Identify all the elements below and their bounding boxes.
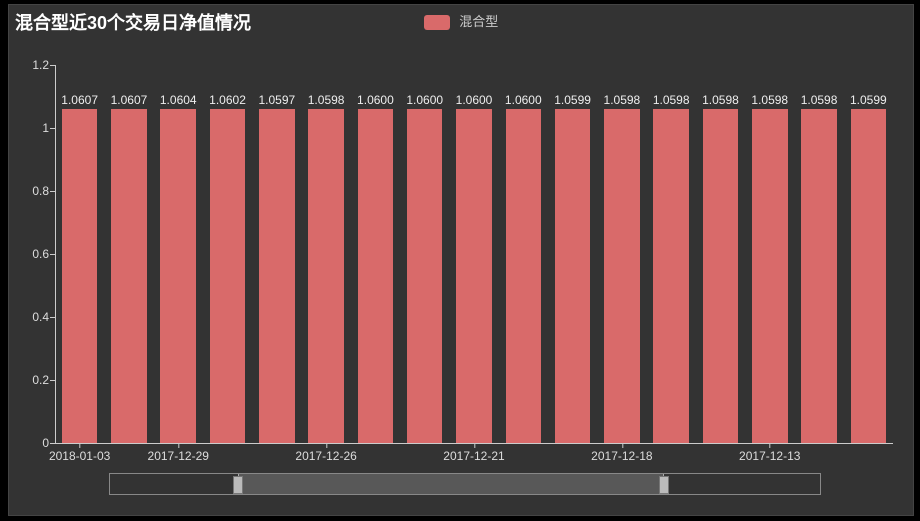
bar: [308, 109, 343, 443]
bar: [653, 109, 688, 443]
bar: [62, 109, 97, 443]
bar-value-label: 1.0598: [308, 93, 345, 107]
data-zoom-slider[interactable]: [109, 473, 821, 495]
legend-label: 混合型: [459, 14, 498, 29]
bar: [358, 109, 393, 443]
y-tick: 1.2: [9, 58, 49, 72]
bar-value-label: 1.0600: [505, 93, 542, 107]
y-tick: 0.6: [9, 247, 49, 261]
zoom-handle-left[interactable]: [233, 476, 243, 494]
y-tick: 0.2: [9, 373, 49, 387]
bar: [259, 109, 294, 443]
bar: [703, 109, 738, 443]
y-tick: 1: [9, 121, 49, 135]
bar: [604, 109, 639, 443]
bar: [210, 109, 245, 443]
legend-swatch: [424, 15, 450, 30]
bar-value-label: 1.0598: [702, 93, 739, 107]
zoom-handle-right[interactable]: [659, 476, 669, 494]
zoom-range[interactable]: [238, 474, 664, 494]
x-tick: 2017-12-29: [148, 449, 209, 463]
x-tick: 2017-12-21: [443, 449, 504, 463]
bar: [160, 109, 195, 443]
bar: [111, 109, 146, 443]
x-tick: 2017-12-26: [295, 449, 356, 463]
y-tick: 0.4: [9, 310, 49, 324]
bar: [752, 109, 787, 443]
bar-value-label: 1.0599: [554, 93, 591, 107]
x-tick: 2017-12-18: [591, 449, 652, 463]
bar-value-label: 1.0598: [653, 93, 690, 107]
x-tick: 2018-01-03: [49, 449, 110, 463]
bar-value-label: 1.0604: [160, 93, 197, 107]
bar-value-label: 1.0598: [801, 93, 838, 107]
y-tick: 0.8: [9, 184, 49, 198]
chart-panel: 混合型近30个交易日净值情况 混合型 00.20.40.60.811.2 1.0…: [8, 4, 914, 516]
bar-value-label: 1.0598: [604, 93, 641, 107]
bar: [555, 109, 590, 443]
bar: [851, 109, 886, 443]
legend: 混合型: [9, 11, 913, 30]
bar-value-label: 1.0600: [406, 93, 443, 107]
x-tick: 2017-12-13: [739, 449, 800, 463]
bars-area: [55, 65, 893, 443]
bar: [506, 109, 541, 443]
y-tick: 0: [9, 436, 49, 450]
bar-value-label: 1.0607: [111, 93, 148, 107]
bar: [456, 109, 491, 443]
bar-value-label: 1.0598: [751, 93, 788, 107]
bar: [407, 109, 442, 443]
bar-value-label: 1.0600: [456, 93, 493, 107]
bar-value-label: 1.0597: [258, 93, 295, 107]
bar: [801, 109, 836, 443]
bar-value-label: 1.0599: [850, 93, 887, 107]
bar-value-label: 1.0600: [357, 93, 394, 107]
bar-value-label: 1.0602: [209, 93, 246, 107]
bar-value-label: 1.0607: [61, 93, 98, 107]
